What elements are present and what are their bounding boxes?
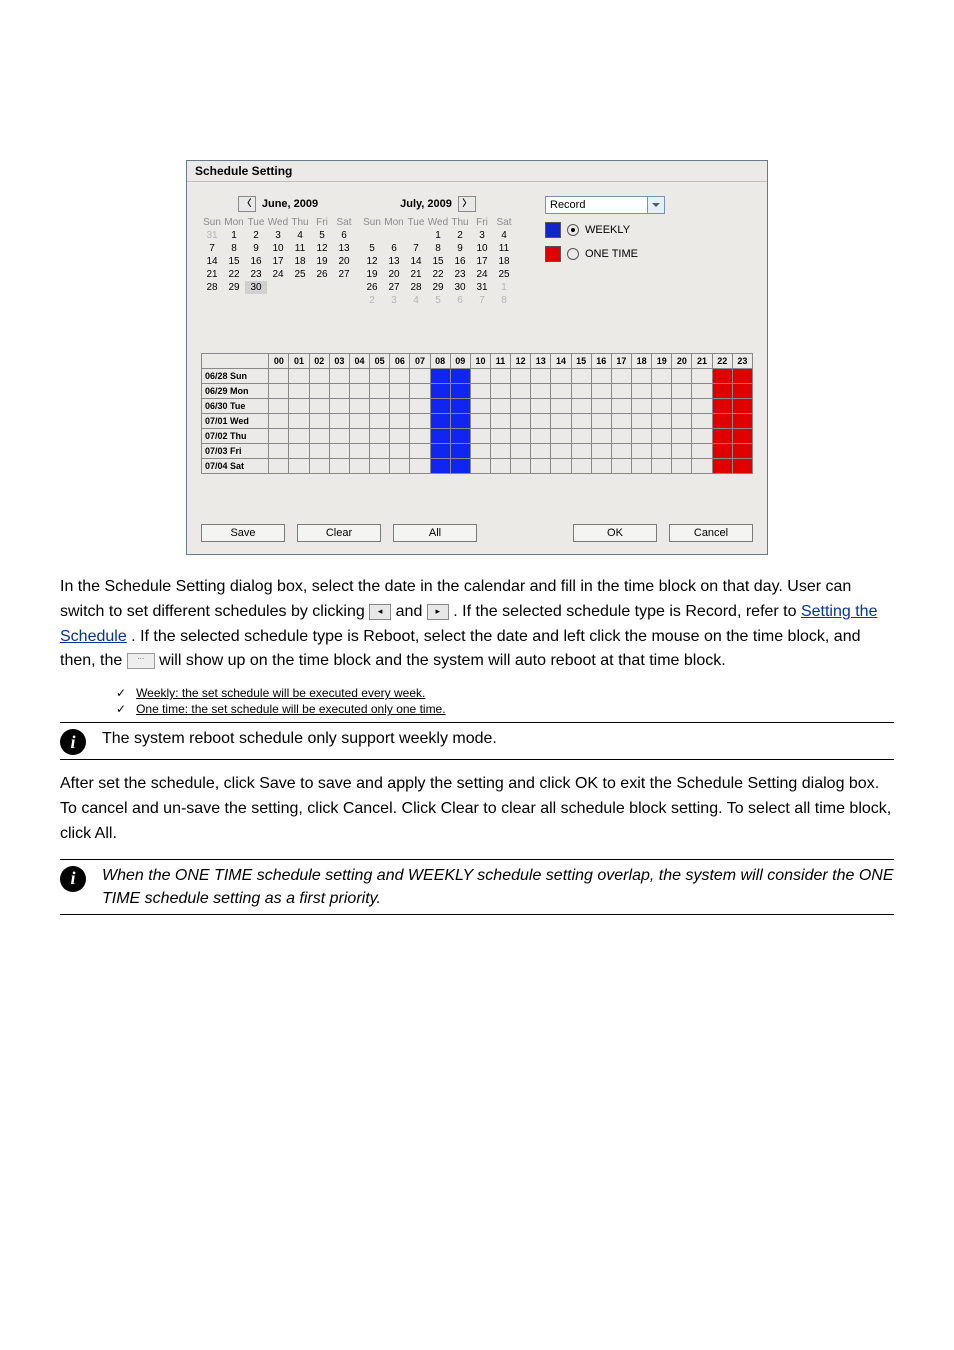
divider [60,914,894,915]
note-1-text: The system reboot schedule only support … [102,727,497,750]
divider [60,759,894,760]
divider [60,722,894,723]
calendar-july-grid[interactable]: SunMonTueWedThuFriSat1234567891011121314… [361,216,515,307]
next-month-button[interactable]: 〉 [458,196,476,212]
cancel-button[interactable]: Cancel [669,524,753,542]
info-icon: i [60,729,86,755]
save-button[interactable]: Save [201,524,285,542]
month-label-left: June, 2009 [262,198,318,210]
onetime-swatch [545,246,561,262]
chevron-down-icon [652,203,660,207]
weekly-radio[interactable] [567,224,579,236]
schedule-type-combo[interactable]: Record [545,196,665,214]
calendar-area: 〈 June, 2009 SunMonTueWedThuFriSat311234… [201,194,515,307]
month-label-right: July, 2009 [400,198,452,210]
onetime-radio[interactable] [567,248,579,260]
calendar-june: 〈 June, 2009 SunMonTueWedThuFriSat311234… [201,194,355,307]
combo-dropdown-button[interactable] [648,196,665,214]
inline-prev-icon: ◂ [369,604,391,620]
onetime-label: ONE TIME [585,248,638,260]
inline-reboot-icon: ⋯ [127,653,155,669]
info-note-2: i When the ONE TIME schedule setting and… [60,864,894,910]
paragraph-1: In the Schedule Setting dialog box, sele… [60,575,894,674]
info-note-1: i The system reboot schedule only suppor… [60,727,894,755]
schedule-grid[interactable]: 0001020304050607080910111213141516171819… [201,353,753,474]
info-icon: i [60,866,86,892]
dialog-title: Schedule Setting [187,161,767,182]
clear-button[interactable]: Clear [297,524,381,542]
legend-area: Record WEEKLY ONE TIME [545,194,665,307]
divider [60,859,894,860]
list-item-onetime: One time: the set schedule will be execu… [140,702,894,716]
calendar-july: July, 2009 〉 SunMonTueWedThuFriSat123456… [361,194,515,307]
list-item-weekly: Weekly: the set schedule will be execute… [140,686,894,700]
calendar-june-grid[interactable]: SunMonTueWedThuFriSat3112345678910111213… [201,216,355,294]
schedule-setting-dialog: Schedule Setting 〈 June, 2009 SunMonTueW… [186,160,768,555]
weekly-swatch [545,222,561,238]
ok-button[interactable]: OK [573,524,657,542]
combo-value: Record [545,196,648,214]
prev-month-button[interactable]: 〈 [238,196,256,212]
dialog-button-row: Save Clear All OK Cancel [187,474,767,554]
mode-list: Weekly: the set schedule will be execute… [140,686,894,716]
note-2-text: When the ONE TIME schedule setting and W… [102,864,894,910]
inline-next-icon: ▸ [427,604,449,620]
weekly-label: WEEKLY [585,224,630,236]
paragraph-2: After set the schedule, click Save to sa… [60,772,894,846]
all-button[interactable]: All [393,524,477,542]
